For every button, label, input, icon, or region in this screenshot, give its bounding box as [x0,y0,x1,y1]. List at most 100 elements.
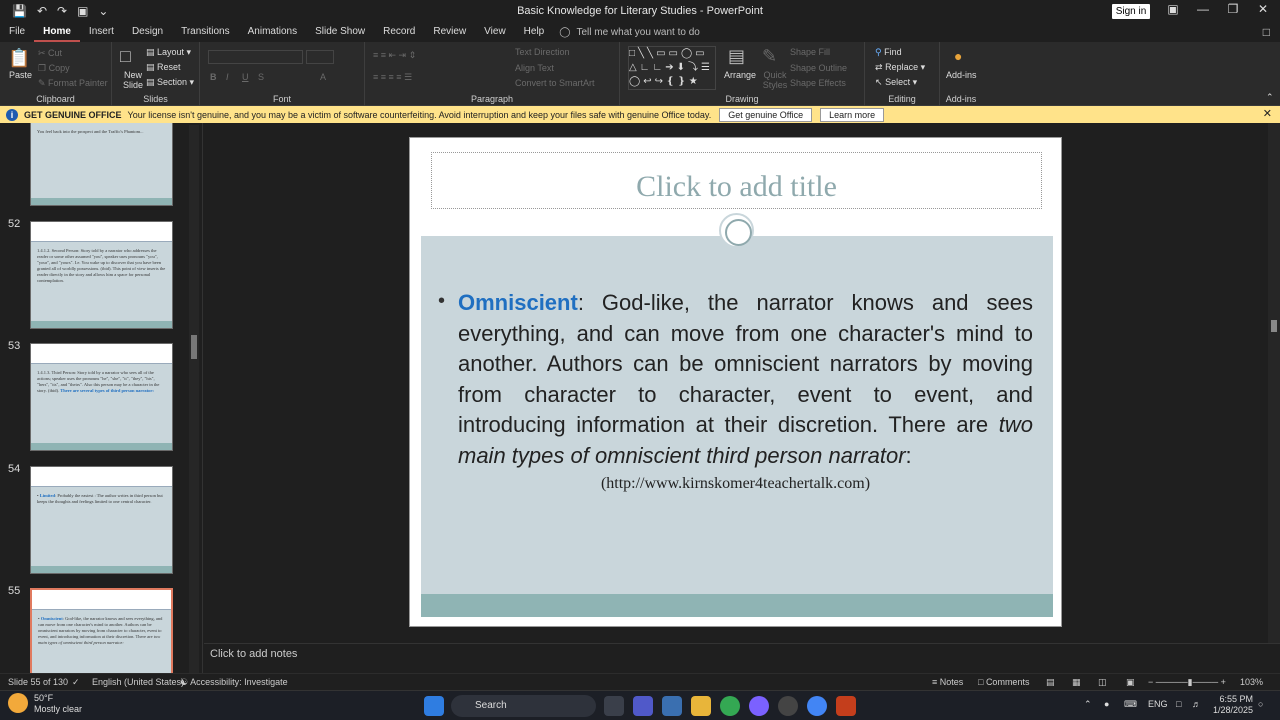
arrange-icon[interactable]: ▤ [728,46,745,67]
content-textbox[interactable]: Omniscient: God-like, the narrator knows… [458,288,1033,471]
paste-icon[interactable]: 📋 [8,48,30,69]
tab-slide-show[interactable]: Slide Show [306,22,374,42]
quick-styles-icon[interactable]: ✎ [762,46,777,67]
slide-sorter-icon[interactable]: ▦ [1072,677,1081,688]
format-painter-button[interactable]: ✎ Format Painter [38,78,108,89]
notes-pane[interactable]: Click to add notes [204,643,1280,673]
section-button[interactable]: ▤ Section ▾ [146,77,194,88]
learn-more-button[interactable]: Learn more [820,107,885,122]
system-clock[interactable]: 6:55 PM 1/28/2025 [1213,694,1253,716]
comments-toggle[interactable]: □ Comments [978,677,1029,687]
new-slide-button[interactable]: New Slide [118,70,148,90]
chrome-profile-icon[interactable] [807,696,827,716]
tab-help[interactable]: Help [515,22,554,42]
thumbnails-scrollbar[interactable] [189,125,199,673]
notes-toggle[interactable]: ≡ Notes [932,677,963,687]
tab-view[interactable]: View [475,22,515,42]
arrange-button[interactable]: Arrange [724,70,756,80]
tray-overflow-icon[interactable]: ⌃ [1084,699,1092,710]
slide-thumbnail[interactable]: 1.4.1.3. Third Person: Story told by a n… [30,343,173,451]
slide-thumbnail[interactable]: • Limited: Probably the easiest : The au… [30,466,173,574]
get-genuine-office-button[interactable]: Get genuine Office [719,107,813,122]
addins-button[interactable]: Add-ins [946,70,977,80]
addins-icon[interactable]: ● [954,48,962,64]
replace-button[interactable]: ⇄ Replace ▾ [875,62,925,73]
convert-smartart-button[interactable]: Convert to SmartArt [515,78,595,88]
undo-icon[interactable]: ↶ [37,4,47,18]
tab-transitions[interactable]: Transitions [172,22,239,42]
shape-outline-button[interactable]: Shape Outline [790,63,847,73]
minimize-button[interactable]: — [1188,2,1218,16]
font-name-box[interactable] [208,50,303,64]
ribbon-display-icon[interactable]: ▣ [1158,2,1188,16]
clock-app-icon[interactable] [778,696,798,716]
font-color-icon[interactable]: A [320,72,326,82]
font-size-box[interactable] [306,50,334,64]
find-button[interactable]: ⚲ Find [875,47,902,58]
file-explorer-icon[interactable] [691,696,711,716]
start-icon[interactable] [424,696,444,716]
select-button[interactable]: ↖ Select ▾ [875,77,917,88]
normal-view-icon[interactable]: ▤ [1046,677,1055,688]
keyboard-icon[interactable]: ⌨ [1124,699,1137,710]
bullets-icon[interactable]: ≡ ≡ ⇤ ⇥ ⇕ [373,50,416,61]
text-direction-button[interactable]: Text Direction [515,47,570,57]
layout-button[interactable]: ▤ Layout ▾ [146,47,191,58]
tab-review[interactable]: Review [424,22,475,42]
align-icons[interactable]: ≡ ≡ ≡ ≡ ☰ [373,72,412,83]
language-status[interactable]: English (United States) [92,677,184,687]
new-slide-icon[interactable]: □ [120,46,131,67]
accessibility-status[interactable]: ☯ Accessibility: Investigate [180,677,288,688]
zoom-slider[interactable]: − ─────▮──── + [1148,677,1226,688]
redo-icon[interactable]: ↷ [57,4,67,18]
present-icon[interactable]: ▣ [77,4,88,18]
close-button[interactable]: ✕ [1248,2,1278,16]
tab-record[interactable]: Record [374,22,424,42]
tab-home[interactable]: Home [34,22,80,42]
title-placeholder[interactable]: Click to add title [431,152,1042,209]
sign-in-button[interactable]: Sign in [1112,4,1150,19]
weather-widget[interactable]: 50°F Mostly clear [8,693,82,715]
shape-fill-button[interactable]: Shape Fill [790,47,830,57]
network-icon[interactable]: □ [1176,699,1181,709]
paste-button[interactable]: Paste [9,70,32,80]
italic-icon[interactable]: I [226,72,229,82]
close-notice-icon[interactable]: ✕ [1263,107,1272,120]
slideshow-icon[interactable]: ▣ [1126,677,1135,688]
shape-effects-button[interactable]: Shape Effects [790,78,846,88]
powerpoint-taskbar-icon[interactable] [836,696,856,716]
tab-design[interactable]: Design [123,22,172,42]
discord-icon[interactable] [749,696,769,716]
shapes-gallery[interactable]: □╲╲▭▭◯▭ △∟∟➔⬇⤵☰ ◯↩↪❴❵★ [628,46,716,90]
zoom-level[interactable]: 103% [1240,677,1263,687]
editor-scrollbar[interactable] [1268,123,1280,643]
slide-thumbnail-selected[interactable]: • Omniscient: God-like, the narrator kno… [30,588,173,673]
language-indicator[interactable]: ENG [1148,699,1168,709]
reset-button[interactable]: ▤ Reset [146,62,181,73]
tell-me-search[interactable]: ◯ Tell me what you want to do [559,27,700,38]
store-icon[interactable] [662,696,682,716]
slide-canvas[interactable]: Click to add title • Omniscient: God-lik… [409,137,1062,627]
tab-insert[interactable]: Insert [80,22,123,42]
save-icon[interactable]: 💾 [12,4,27,18]
chrome-icon[interactable] [720,696,740,716]
spellcheck-icon[interactable]: ✓ [72,677,80,688]
comments-icon[interactable]: □ [1263,25,1270,39]
underline-icon[interactable]: U [242,72,249,82]
collapse-ribbon-icon[interactable]: ⌃ [1266,92,1274,103]
slide-thumbnail[interactable]: 1.4.1.2. Second Person: Story told by a … [30,221,173,329]
maximize-button[interactable]: ❐ [1218,2,1248,16]
tab-file[interactable]: File [0,22,34,42]
task-view-icon[interactable] [604,696,624,716]
teams-icon[interactable] [633,696,653,716]
align-text-button[interactable]: Align Text [515,63,554,73]
bold-icon[interactable]: B [210,72,217,82]
reading-view-icon[interactable]: ◫ [1098,677,1107,688]
notification-icon[interactable]: ○ [1258,699,1263,709]
tab-animations[interactable]: Animations [239,22,306,42]
volume-icon[interactable]: ♬ [1192,699,1201,709]
microphone-icon[interactable]: ● [1104,699,1109,709]
copy-button[interactable]: ❐ Copy [38,63,70,74]
customize-qat-icon[interactable]: ⌄ [98,4,108,18]
cut-button[interactable]: ✂ Cut [38,48,62,59]
